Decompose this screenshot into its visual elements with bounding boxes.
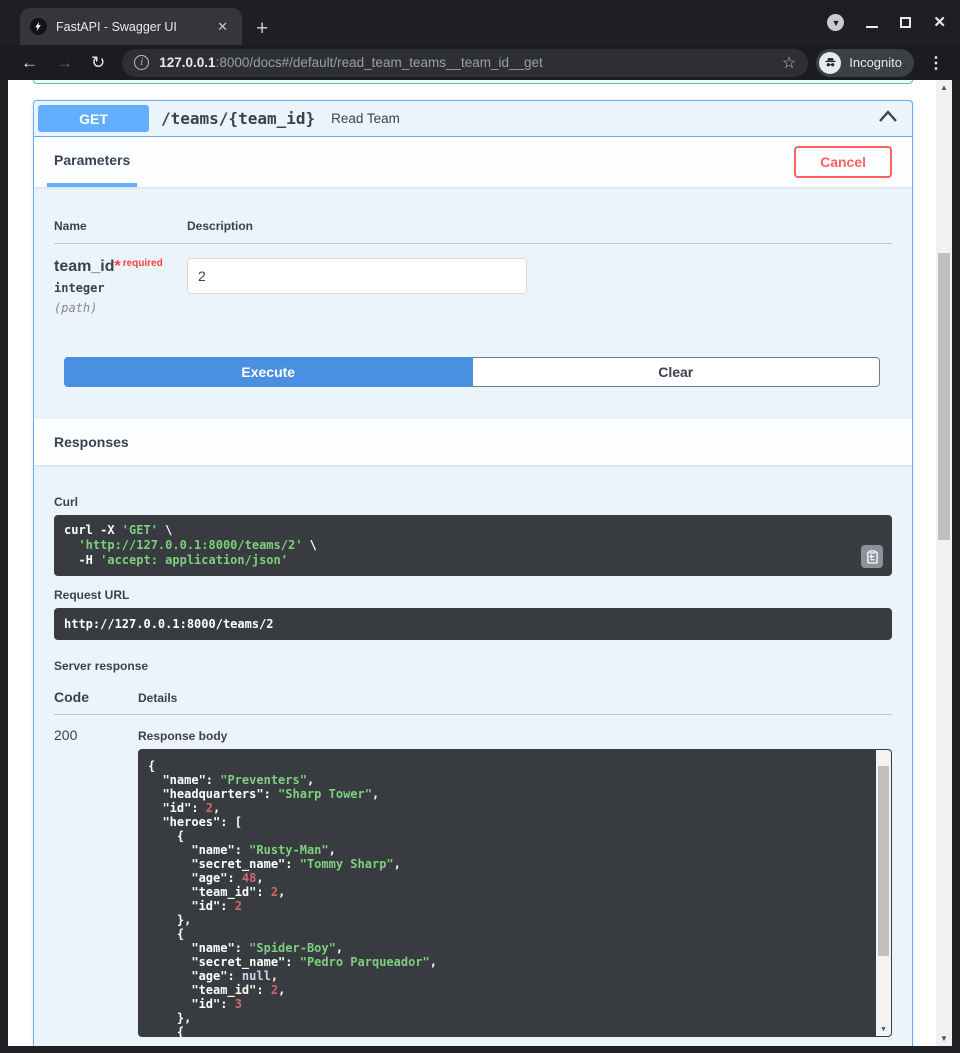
endpoint-summary: Read Team — [331, 111, 400, 126]
required-label: required — [123, 258, 163, 269]
opblock-get-teams-team-id: GET /teams/{team_id} Read Team Parameter… — [33, 100, 913, 1046]
parameters-section-header: Parameters Cancel — [34, 137, 912, 187]
minimize-button[interactable] — [866, 26, 878, 28]
forward-button[interactable]: → — [56, 54, 73, 71]
previous-endpoint-partial[interactable] — [33, 80, 913, 84]
scroll-down-icon[interactable]: ▼ — [876, 1022, 891, 1036]
status-code: 200 — [54, 727, 138, 1037]
parameters-table: Name Description team_id*required intege… — [34, 187, 912, 357]
bookmark-star-icon[interactable]: ☆ — [782, 53, 796, 73]
description-column-header: Description — [187, 219, 253, 233]
reload-button[interactable]: ↻ — [91, 54, 105, 71]
clear-button[interactable]: Clear — [473, 357, 881, 387]
url-text: 127.0.0.1:8000/docs#/default/read_team_t… — [159, 55, 774, 70]
incognito-label: Incognito — [849, 55, 902, 70]
page-scrollbar-thumb[interactable] — [938, 253, 950, 540]
window-close-button[interactable]: ✕ — [933, 15, 946, 30]
name-column-header: Name — [54, 219, 187, 233]
url-path: :8000/docs#/default/read_team_teams__tea… — [216, 55, 543, 70]
request-url-value: http://127.0.0.1:8000/teams/2 — [64, 617, 274, 631]
collapse-chevron-icon[interactable] — [878, 109, 898, 128]
incognito-badge: Incognito — [816, 49, 914, 77]
required-star: * — [114, 258, 120, 275]
opblock-header[interactable]: GET /teams/{team_id} Read Team — [34, 101, 912, 137]
copy-to-clipboard-button[interactable] — [861, 545, 883, 568]
browser-chrome: FastAPI - Swagger UI ✕ + ▼ ✕ ← → ↻ i 127… — [0, 0, 960, 80]
page-scroll-down-icon[interactable]: ▼ — [936, 1031, 952, 1046]
cancel-button[interactable]: Cancel — [794, 146, 892, 178]
parameter-name: team_id*required — [54, 258, 187, 276]
method-badge: GET — [38, 105, 149, 132]
response-body-json: { "name": "Preventers", "headquarters": … — [148, 759, 866, 1037]
parameter-type: integer — [54, 281, 187, 295]
maximize-button[interactable] — [900, 17, 911, 28]
back-button[interactable]: ← — [21, 54, 38, 71]
incognito-icon — [819, 52, 841, 74]
curl-label: Curl — [54, 495, 892, 509]
response-body-scrollbar[interactable]: ▲ ▼ — [876, 750, 891, 1036]
response-body-label: Response body — [138, 729, 892, 743]
server-response-label: Server response — [54, 659, 892, 673]
parameter-row: team_id*required integer (path) — [54, 244, 892, 315]
browser-menu-icon[interactable]: ⋮ — [928, 53, 944, 73]
tab-search-chevron-icon[interactable]: ▼ — [827, 14, 844, 31]
tab-parameters[interactable]: Parameters — [47, 137, 137, 187]
response-body-block: { "name": "Preventers", "headquarters": … — [138, 749, 892, 1037]
request-url-block: http://127.0.0.1:8000/teams/2 — [54, 608, 892, 640]
page-scrollbar[interactable]: ▲ ▼ — [936, 80, 952, 1046]
new-tab-button[interactable]: + — [256, 18, 268, 39]
request-url-label: Request URL — [54, 588, 892, 602]
tab-title: FastAPI - Swagger UI — [56, 20, 213, 34]
endpoint-path: /teams/{team_id} — [161, 109, 315, 128]
parameters-tab-label: Parameters — [54, 152, 130, 168]
browser-toolbar: ← → ↻ i 127.0.0.1:8000/docs#/default/rea… — [0, 45, 960, 80]
address-bar[interactable]: i 127.0.0.1:8000/docs#/default/read_team… — [122, 49, 808, 77]
response-row: 200 Response body { "name": "Preventers"… — [54, 715, 892, 1037]
curl-command-block: curl -X 'GET' \ 'http://127.0.0.1:8000/t… — [54, 515, 892, 576]
responses-body: Curl curl -X 'GET' \ 'http://127.0.0.1:8… — [34, 465, 912, 1037]
fastapi-favicon-icon — [30, 18, 47, 35]
swagger-page: GET /teams/{team_id} Read Team Parameter… — [8, 80, 952, 1046]
browser-tab[interactable]: FastAPI - Swagger UI ✕ — [20, 8, 242, 45]
responses-title: Responses — [54, 434, 129, 450]
site-info-icon[interactable]: i — [134, 55, 149, 70]
team-id-input[interactable] — [187, 258, 527, 294]
execute-button-group: Execute Clear — [64, 357, 880, 387]
code-column-header: Code — [54, 689, 138, 705]
details-column-header: Details — [138, 691, 177, 705]
responses-section-header: Responses — [34, 419, 912, 465]
tab-strip: FastAPI - Swagger UI ✕ + ▼ ✕ — [0, 0, 960, 45]
execute-button[interactable]: Execute — [64, 357, 473, 387]
url-host: 127.0.0.1 — [159, 55, 215, 70]
parameter-location: (path) — [54, 301, 187, 315]
page-scroll-up-icon[interactable]: ▲ — [936, 80, 952, 95]
scrollbar-thumb[interactable] — [878, 766, 889, 956]
tab-close-icon[interactable]: ✕ — [213, 17, 232, 37]
